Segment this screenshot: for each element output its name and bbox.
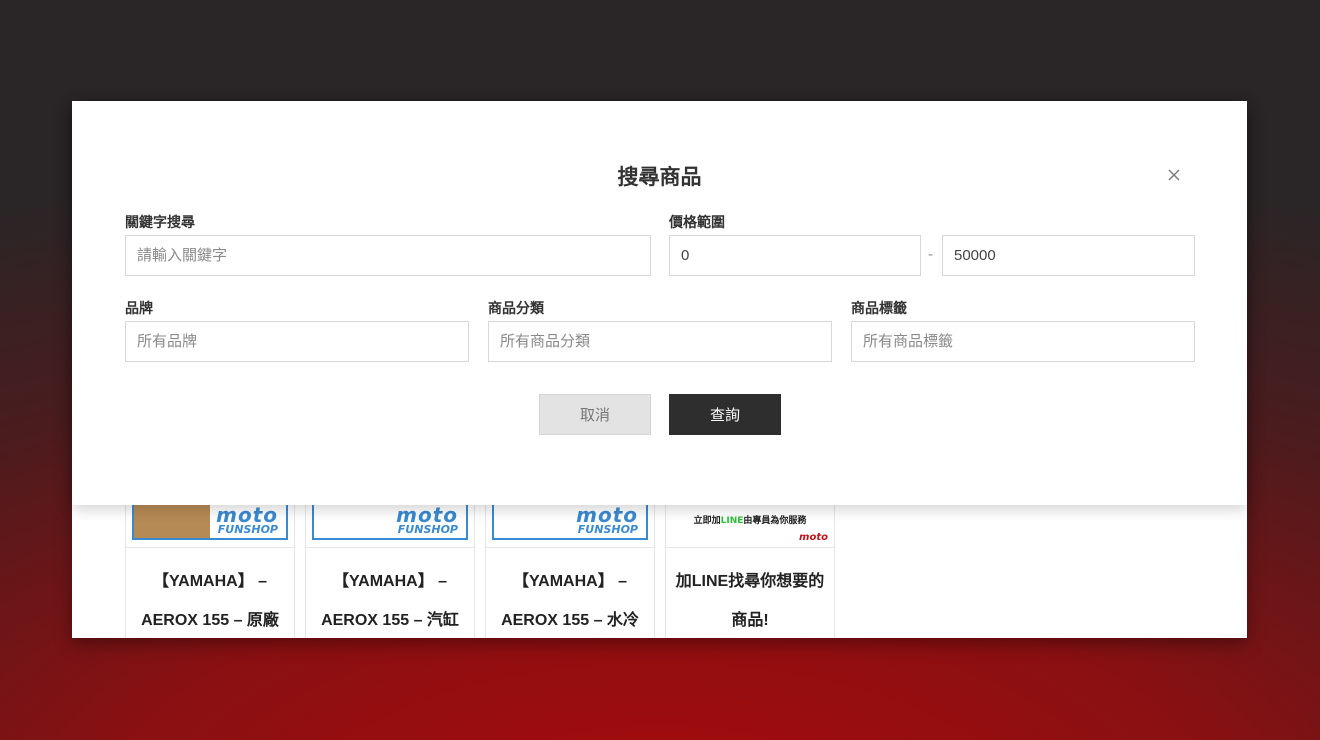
logo-fun-text: FUNSHOP bbox=[217, 523, 278, 536]
product-title[interactable]: 【YAMAHA】 – AEROX 155 – 水冷 bbox=[486, 548, 654, 638]
line-banner-suffix: 由專員為你服務 bbox=[743, 516, 807, 526]
price-range-label: 價格範圍 bbox=[669, 215, 725, 231]
product-card[interactable]: moto FUNSHOP 【YAMAHA】 – AEROX 155 – 水冷 bbox=[485, 501, 655, 638]
product-image[interactable]: moto FUNSHOP bbox=[306, 502, 474, 548]
price-min-input[interactable] bbox=[669, 235, 921, 276]
line-banner-text: 立即加LINE由專員為你服務 bbox=[694, 513, 807, 526]
mini-moto-logo: moto bbox=[799, 532, 828, 543]
product-list: moto FUNSHOP 【YAMAHA】 – AEROX 155 – 原廠 m… bbox=[125, 501, 835, 638]
brand-label: 品牌 bbox=[125, 301, 153, 317]
logo-moto-text: moto bbox=[216, 503, 278, 527]
product-image[interactable]: moto FUNSHOP bbox=[486, 502, 654, 548]
search-button[interactable]: 查詢 bbox=[669, 394, 781, 435]
modal-title: 搜尋商品 bbox=[617, 165, 702, 189]
product-card[interactable]: moto FUNSHOP 【YAMAHA】 – AEROX 155 – 汽缸 bbox=[305, 501, 475, 638]
brand-select[interactable] bbox=[125, 321, 469, 362]
tag-select[interactable] bbox=[851, 321, 1195, 362]
logo-fun-text: FUNSHOP bbox=[397, 523, 458, 536]
product-card[interactable]: moto FUNSHOP 【YAMAHA】 – AEROX 155 – 原廠 bbox=[125, 501, 295, 638]
close-icon[interactable] bbox=[1166, 167, 1182, 183]
cancel-button[interactable]: 取消 bbox=[539, 394, 651, 435]
price-max-input[interactable] bbox=[942, 235, 1195, 276]
product-card[interactable]: 立即加LINE由專員為你服務 moto 加LINE找尋你想要的商品! bbox=[665, 501, 835, 638]
keyword-label: 關鍵字搜尋 bbox=[125, 215, 195, 231]
keyword-input[interactable] bbox=[125, 235, 651, 276]
search-modal: 搜尋商品 關鍵字搜尋 價格範圍 - 品牌 商品分類 商品標籤 取消 查詢 bbox=[72, 101, 1247, 505]
product-title[interactable]: 【YAMAHA】 – AEROX 155 – 汽缸 bbox=[306, 548, 474, 638]
product-title[interactable]: 【YAMAHA】 – AEROX 155 – 原廠 bbox=[126, 548, 294, 638]
price-separator: - bbox=[928, 247, 934, 263]
logo-fun-text: FUNSHOP bbox=[577, 523, 638, 536]
line-banner-prefix: 立即加 bbox=[693, 516, 721, 526]
product-title[interactable]: 加LINE找尋你想要的商品! bbox=[666, 548, 834, 638]
line-banner-line: LINE bbox=[720, 516, 744, 526]
logo-moto-text: moto bbox=[396, 503, 458, 527]
moto-fun-logo: moto FUNSHOP bbox=[132, 504, 288, 540]
moto-fun-logo: moto FUNSHOP bbox=[492, 504, 648, 540]
category-select[interactable] bbox=[488, 321, 832, 362]
product-image[interactable]: moto FUNSHOP bbox=[126, 502, 294, 548]
tag-label: 商品標籤 bbox=[851, 301, 907, 317]
logo-moto-text: moto bbox=[576, 503, 638, 527]
category-label: 商品分類 bbox=[488, 301, 544, 317]
moto-fun-logo: moto FUNSHOP bbox=[312, 504, 468, 540]
line-banner-image[interactable]: 立即加LINE由專員為你服務 moto bbox=[666, 502, 834, 548]
